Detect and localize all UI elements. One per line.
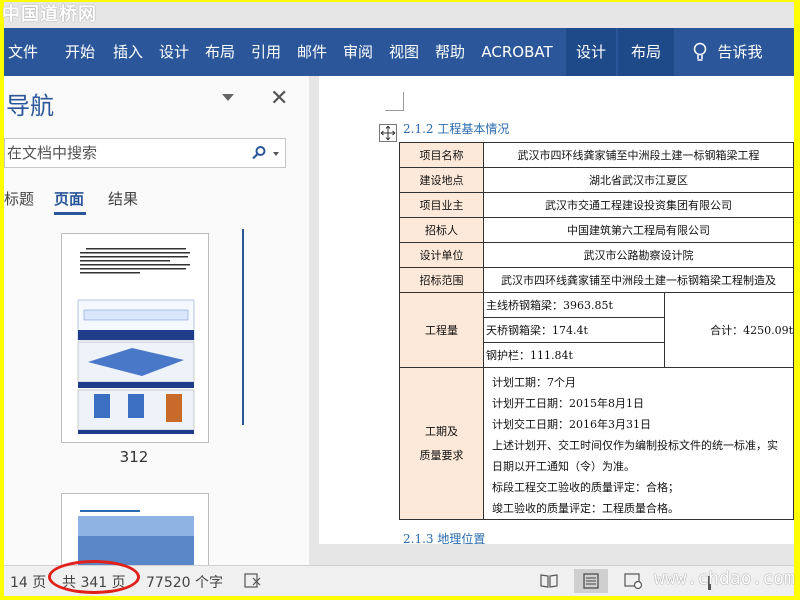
schedule-line: 标段工程交工验收的质量评定：合格； [492, 481, 679, 494]
schedule-line: 日期以开工通知（令）为准。 [492, 460, 635, 473]
tab-help[interactable]: 帮助 [430, 28, 470, 76]
table-cell[interactable]: 中国建筑第六工程局有限公司 [483, 217, 794, 243]
tab-file[interactable]: 文件 [4, 28, 42, 76]
word-count[interactable]: 77520 个字 [146, 572, 223, 592]
table-row: 招标范围 武汉市四环线龚家铺至中洲段土建一标钢箱梁工程制造及 [399, 267, 794, 293]
table-cell[interactable]: 武汉市四环线龚家铺至中洲段土建一标钢箱梁工程制造及 [483, 267, 794, 293]
table-label: 工程量 [399, 292, 484, 368]
caret-down-icon[interactable] [273, 152, 279, 156]
print-layout-button[interactable] [574, 569, 608, 593]
tell-me-box[interactable]: 告诉我 [714, 28, 766, 76]
schedule-line: 上述计划开、交工时间仅作为编制投标文件的统一标准，实 [492, 439, 778, 452]
search-icon[interactable] [251, 145, 267, 161]
web-layout-icon [624, 573, 643, 590]
tab-pages[interactable]: 页面 [54, 188, 84, 209]
table-label: 设计单位 [399, 242, 484, 268]
table-move-handle-icon[interactable] [379, 124, 397, 142]
schedule-line: 竣工验收的质量评定：工程质量合格。 [492, 502, 679, 515]
tab-references[interactable]: 引用 [246, 28, 286, 76]
section-heading: 2.1.2 工程基本情况 [403, 122, 510, 136]
tab-table-design[interactable]: 设计 [566, 28, 616, 76]
close-icon[interactable]: ✕ [270, 86, 288, 111]
table-label: 工期及 质量要求 [399, 367, 484, 520]
tab-insert[interactable]: 插入 [108, 28, 148, 76]
tab-acrobat[interactable]: ACROBAT [476, 28, 558, 76]
schedule-line: 计划工期：7个月 [492, 376, 576, 389]
navigation-pane: 导航 ✕ 标题 页面 结果 [4, 76, 309, 573]
print-layout-icon [583, 573, 599, 589]
schedule-label-line: 工期及 [425, 424, 458, 438]
table-cell[interactable]: 主线桥钢箱梁：3963.85t [483, 292, 665, 318]
horizontal-scrollbar[interactable] [312, 544, 794, 566]
schedule-label-line: 质量要求 [419, 448, 464, 462]
section-heading: 2.1.3 地理位置 [403, 532, 486, 544]
ribbon-tabs: 文件 开始 插入 设计 布局 引用 邮件 审阅 视图 帮助 ACROBAT 设计… [4, 28, 794, 76]
tab-layout[interactable]: 布局 [200, 28, 240, 76]
table-label: 项目名称 [399, 142, 484, 168]
nav-title: 导航 [6, 92, 54, 120]
chevron-down-icon[interactable] [222, 94, 234, 101]
tab-results[interactable]: 结果 [108, 188, 138, 209]
table-cell[interactable]: 武汉市交通工程建设投资集团有限公司 [483, 192, 794, 218]
tab-headings[interactable]: 标题 [4, 188, 34, 209]
tab-view[interactable]: 视图 [384, 28, 424, 76]
table-cell[interactable]: 天桥钢箱梁：174.4t [483, 317, 665, 343]
document-page[interactable]: 2.1.2 工程基本情况 项目名称 武汉市四环线龚家铺至中洲段土建一标钢箱梁工程… [319, 76, 794, 544]
thumbnail-page-number: 312 [119, 448, 149, 466]
table-row: 项目业主 武汉市交通工程建设投资集团有限公司 [399, 192, 794, 218]
word-window: 文件 开始 插入 设计 布局 引用 邮件 审阅 视图 帮助 ACROBAT 设计… [4, 2, 794, 596]
active-tab-indicator [54, 212, 86, 215]
page-corner-mark [385, 92, 404, 111]
search-input[interactable] [5, 139, 239, 167]
tab-review[interactable]: 审阅 [338, 28, 378, 76]
page-indicator[interactable]: 14 页 [10, 572, 46, 592]
table-row: 工期及 质量要求 计划工期：7个月 计划开工日期：2015年8月1日 计划交工日… [399, 367, 794, 520]
table-label: 项目业主 [399, 192, 484, 218]
table-cell[interactable]: 钢护栏：111.84t [483, 342, 665, 368]
table-row: 招标人 中国建筑第六工程局有限公司 [399, 217, 794, 243]
table-label: 招标范围 [399, 267, 484, 293]
read-mode-button[interactable] [532, 569, 566, 593]
table-row: 设计单位 武汉市公路勘察设计院 [399, 242, 794, 268]
site-watermark-top: 中国道桥网 [2, 4, 97, 25]
tab-home[interactable]: 开始 [60, 28, 100, 76]
thumbnail-preview [77, 248, 195, 434]
table-row: 建设地点 湖北省武汉市江夏区 [399, 167, 794, 193]
book-icon [540, 574, 558, 588]
tab-design[interactable]: 设计 [154, 28, 194, 76]
page-thumbnail[interactable] [61, 233, 209, 443]
table-cell[interactable]: 武汉市公路勘察设计院 [483, 242, 794, 268]
table-label: 招标人 [399, 217, 484, 243]
tab-table-layout[interactable]: 布局 [618, 28, 674, 76]
table-cell[interactable]: 合计：4250.09t [664, 292, 794, 368]
tab-mailings[interactable]: 邮件 [292, 28, 332, 76]
web-layout-button[interactable] [616, 569, 650, 593]
nav-search-box[interactable] [4, 138, 286, 168]
thumbnail-scrollbar[interactable] [242, 229, 244, 425]
table-row: 项目名称 武汉市四环线龚家铺至中洲段土建一标钢箱梁工程 [399, 142, 794, 168]
highlight-oval [48, 560, 140, 594]
table-cell[interactable]: 湖北省武汉市江夏区 [483, 167, 794, 193]
lightbulb-icon[interactable] [692, 42, 708, 62]
project-info-table: 项目名称 武汉市四环线龚家铺至中洲段土建一标钢箱梁工程 建设地点 湖北省武汉市江… [399, 142, 794, 520]
schedule-line: 计划交工日期：2016年3月31日 [492, 418, 651, 431]
site-watermark-bottom: www.chdao.com [654, 568, 795, 589]
proofing-icon[interactable] [244, 573, 262, 589]
table-row: 工程量 主线桥钢箱梁：3963.85t 合计：4250.09t [399, 292, 794, 368]
schedule-line: 计划开工日期：2015年8月1日 [492, 397, 644, 410]
table-cell[interactable]: 武汉市四环线龚家铺至中洲段土建一标钢箱梁工程 [483, 142, 794, 168]
table-cell[interactable]: 计划工期：7个月 计划开工日期：2015年8月1日 计划交工日期：2016年3月… [483, 367, 794, 520]
table-label: 建设地点 [399, 167, 484, 193]
